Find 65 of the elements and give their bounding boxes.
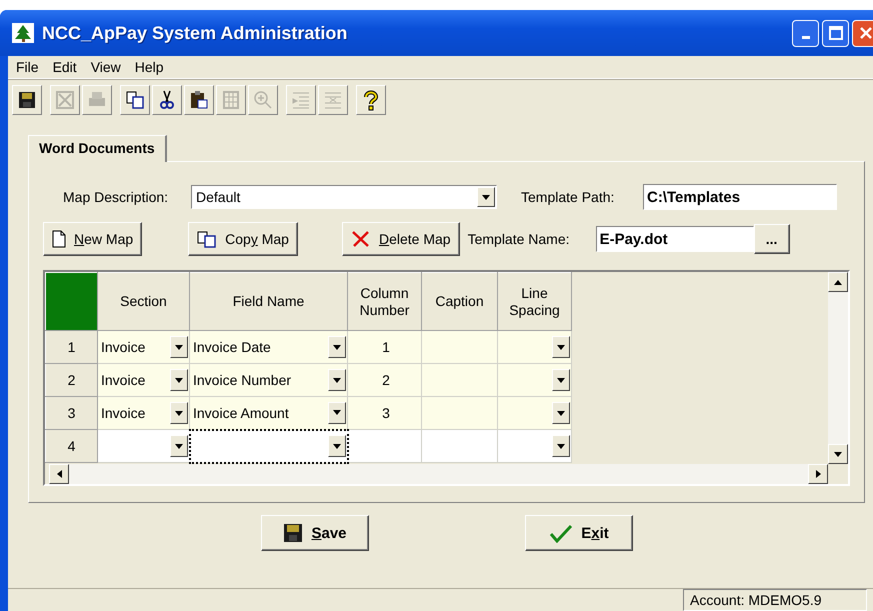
copy-icon[interactable] (120, 85, 150, 115)
field-label: Template Path: (521, 189, 616, 205)
table-cell[interactable]: Invoice Number (190, 364, 348, 396)
row-header: 4 (46, 430, 98, 462)
clipboard-icon[interactable] (184, 85, 214, 115)
scroll-left-button[interactable] (49, 464, 69, 484)
horizontal-scrollbar[interactable] (49, 464, 828, 484)
maximize-button[interactable] (822, 20, 849, 46)
maximize-icon (828, 26, 842, 40)
row-header: 1 (46, 330, 98, 364)
row-header: 3 (46, 396, 98, 430)
field-label: Template Name: (468, 231, 571, 247)
close-button[interactable] (852, 20, 873, 46)
field-label: Map Description: (63, 189, 170, 205)
template-name-field[interactable]: E-Pay.dot (596, 226, 754, 252)
table-cell[interactable]: Invoice Date (190, 330, 348, 364)
scroll-up-button[interactable] (828, 272, 848, 292)
scroll-down-button[interactable] (828, 444, 848, 464)
grid-corner (46, 272, 98, 330)
table-cell: 3 (348, 396, 422, 430)
account-status: Account: MDEMO5.9 (683, 589, 867, 611)
table-cell[interactable]: Invoice (98, 396, 190, 430)
document-icon (52, 230, 66, 248)
column-header: Line Spacing (498, 272, 572, 330)
save-icon[interactable] (12, 85, 42, 115)
vertical-scrollbar[interactable] (828, 272, 848, 464)
table-cell[interactable]: Invoice (98, 364, 190, 396)
scissors-icon[interactable] (152, 85, 182, 115)
menu-item[interactable]: File (10, 59, 47, 75)
table-cell[interactable]: Invoice Amount (190, 396, 348, 430)
map-description-dropdown[interactable]: Default (191, 185, 497, 209)
menu-item[interactable]: Help (128, 59, 172, 75)
tab[interactable]: Word Documents (28, 135, 167, 162)
copy-icon (197, 230, 218, 248)
window-title: NCC_ApPay System Administration (42, 22, 348, 44)
table-cell: 1 (348, 330, 422, 364)
save-button[interactable]: Save (261, 515, 369, 551)
table-cell[interactable] (190, 430, 348, 462)
column-header: Field Name (190, 272, 348, 330)
arrow-right-icon (816, 470, 820, 478)
help-icon[interactable] (356, 85, 386, 115)
minimize-icon (802, 36, 810, 39)
table-cell[interactable]: Invoice (98, 330, 190, 364)
tree-icon (12, 23, 34, 43)
scroll-right-button[interactable] (808, 464, 828, 484)
new-map-button[interactable]: New Map (43, 222, 142, 256)
table-cell: 2 (348, 364, 422, 396)
close-icon (858, 26, 872, 40)
minimize-button[interactable] (792, 20, 819, 46)
arrow-up-icon (834, 280, 842, 284)
checkmark-icon (549, 523, 574, 543)
arrow-down-icon (834, 452, 842, 456)
row-header: 2 (46, 364, 98, 396)
copy-map-button[interactable]: Copy Map (188, 222, 298, 256)
browse-button[interactable]: ... (754, 224, 790, 254)
column-header: Section (98, 272, 190, 330)
delete-map-button[interactable]: Delete Map (342, 222, 460, 256)
column-header: Caption (422, 272, 498, 330)
menu-item[interactable]: Edit (46, 59, 85, 75)
cross-icon (350, 230, 371, 248)
template-path-field[interactable]: C:\Templates (643, 184, 837, 210)
exit-button[interactable]: Exit (525, 515, 633, 551)
menu-item[interactable]: View (84, 59, 129, 75)
arrow-left-icon (56, 470, 62, 478)
column-header: Column Number (348, 272, 422, 330)
